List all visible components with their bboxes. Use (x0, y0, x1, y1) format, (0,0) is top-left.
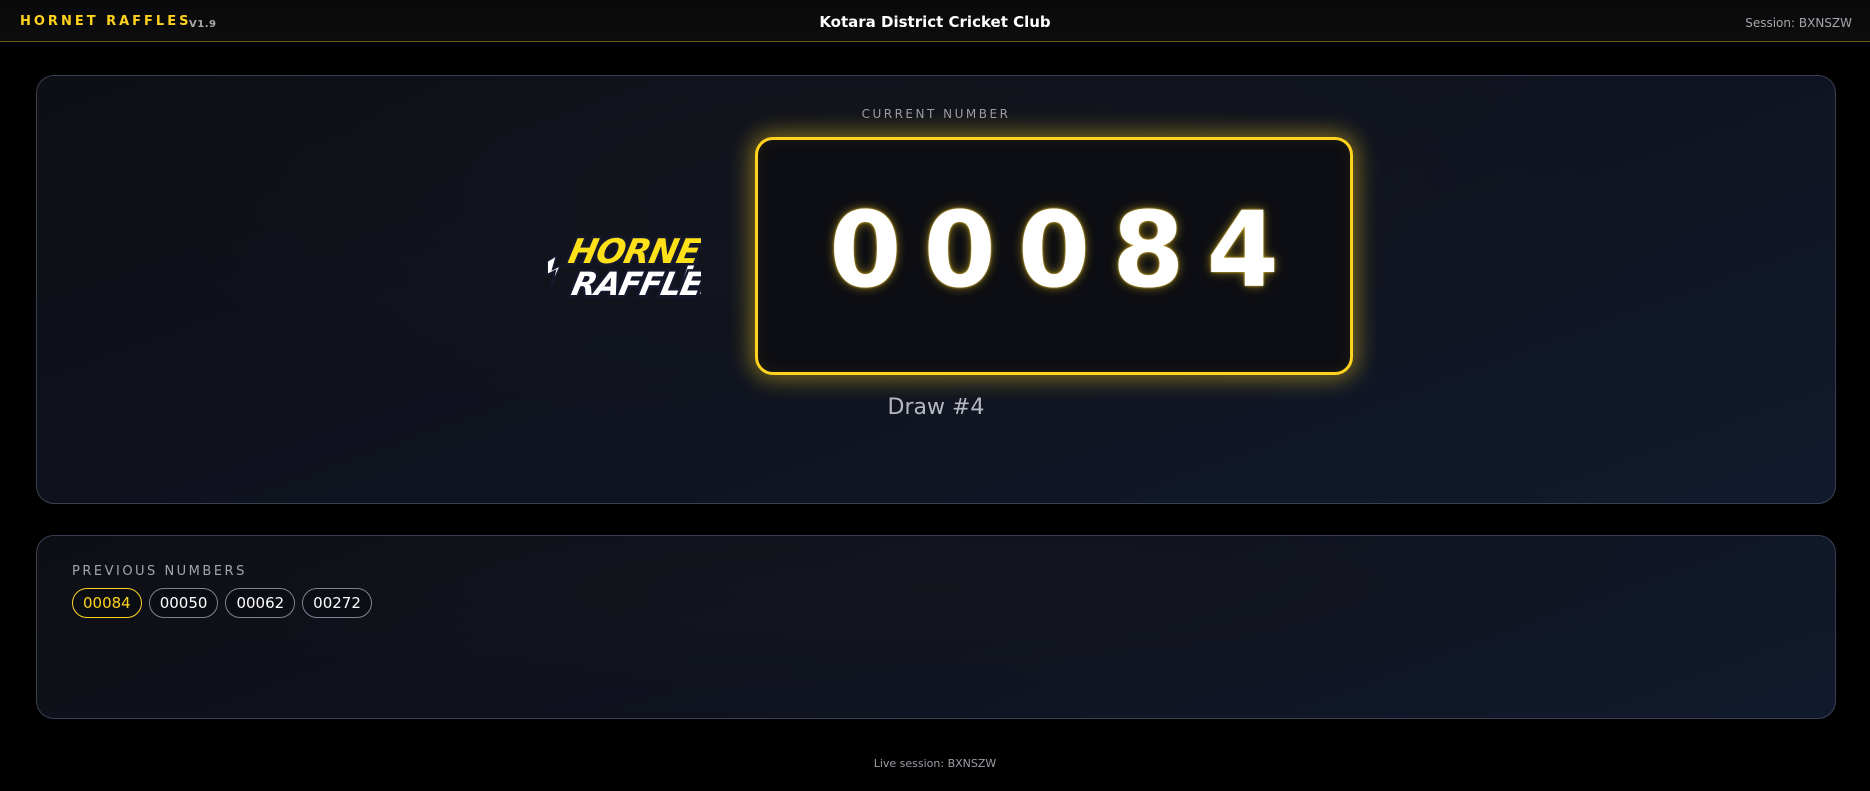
previous-number-chip[interactable]: 00050 (148, 588, 219, 618)
previous-number-chip[interactable]: 00062 (225, 588, 296, 618)
current-number-caption: CURRENT NUMBER (861, 107, 1011, 121)
logo-text-line2: RAFFLES (568, 265, 701, 303)
footer-live-session: Live session: BXNSZW (873, 757, 997, 770)
app-brand: HORNET RAFFLES (20, 14, 192, 29)
app-version: V1.9 (189, 19, 217, 30)
previous-number-chip[interactable]: 00084 (72, 588, 142, 618)
previous-number-chip[interactable]: 00272 (302, 588, 372, 618)
top-bar: HORNET RAFFLES V1.9 Kotara District Cric… (0, 0, 1870, 42)
previous-numbers-list: 00084 00050 00062 00272 (72, 588, 372, 618)
previous-numbers-panel: PREVIOUS NUMBERS 00084 00050 00062 00272 (36, 535, 1836, 719)
previous-numbers-caption: PREVIOUS NUMBERS (72, 564, 247, 579)
current-number-value: 00084 (829, 189, 1301, 311)
current-number-panel: CURRENT NUMBER HORNET RAFFLES 00084 Draw… (36, 75, 1836, 504)
hornet-raffles-logo: HORNET RAFFLES (546, 230, 701, 305)
draw-label: Draw #4 (887, 395, 985, 420)
club-title: Kotara District Cricket Club (819, 13, 1051, 31)
current-number-display: 00084 (755, 137, 1353, 375)
session-label: Session: BXNSZW (1745, 16, 1852, 30)
